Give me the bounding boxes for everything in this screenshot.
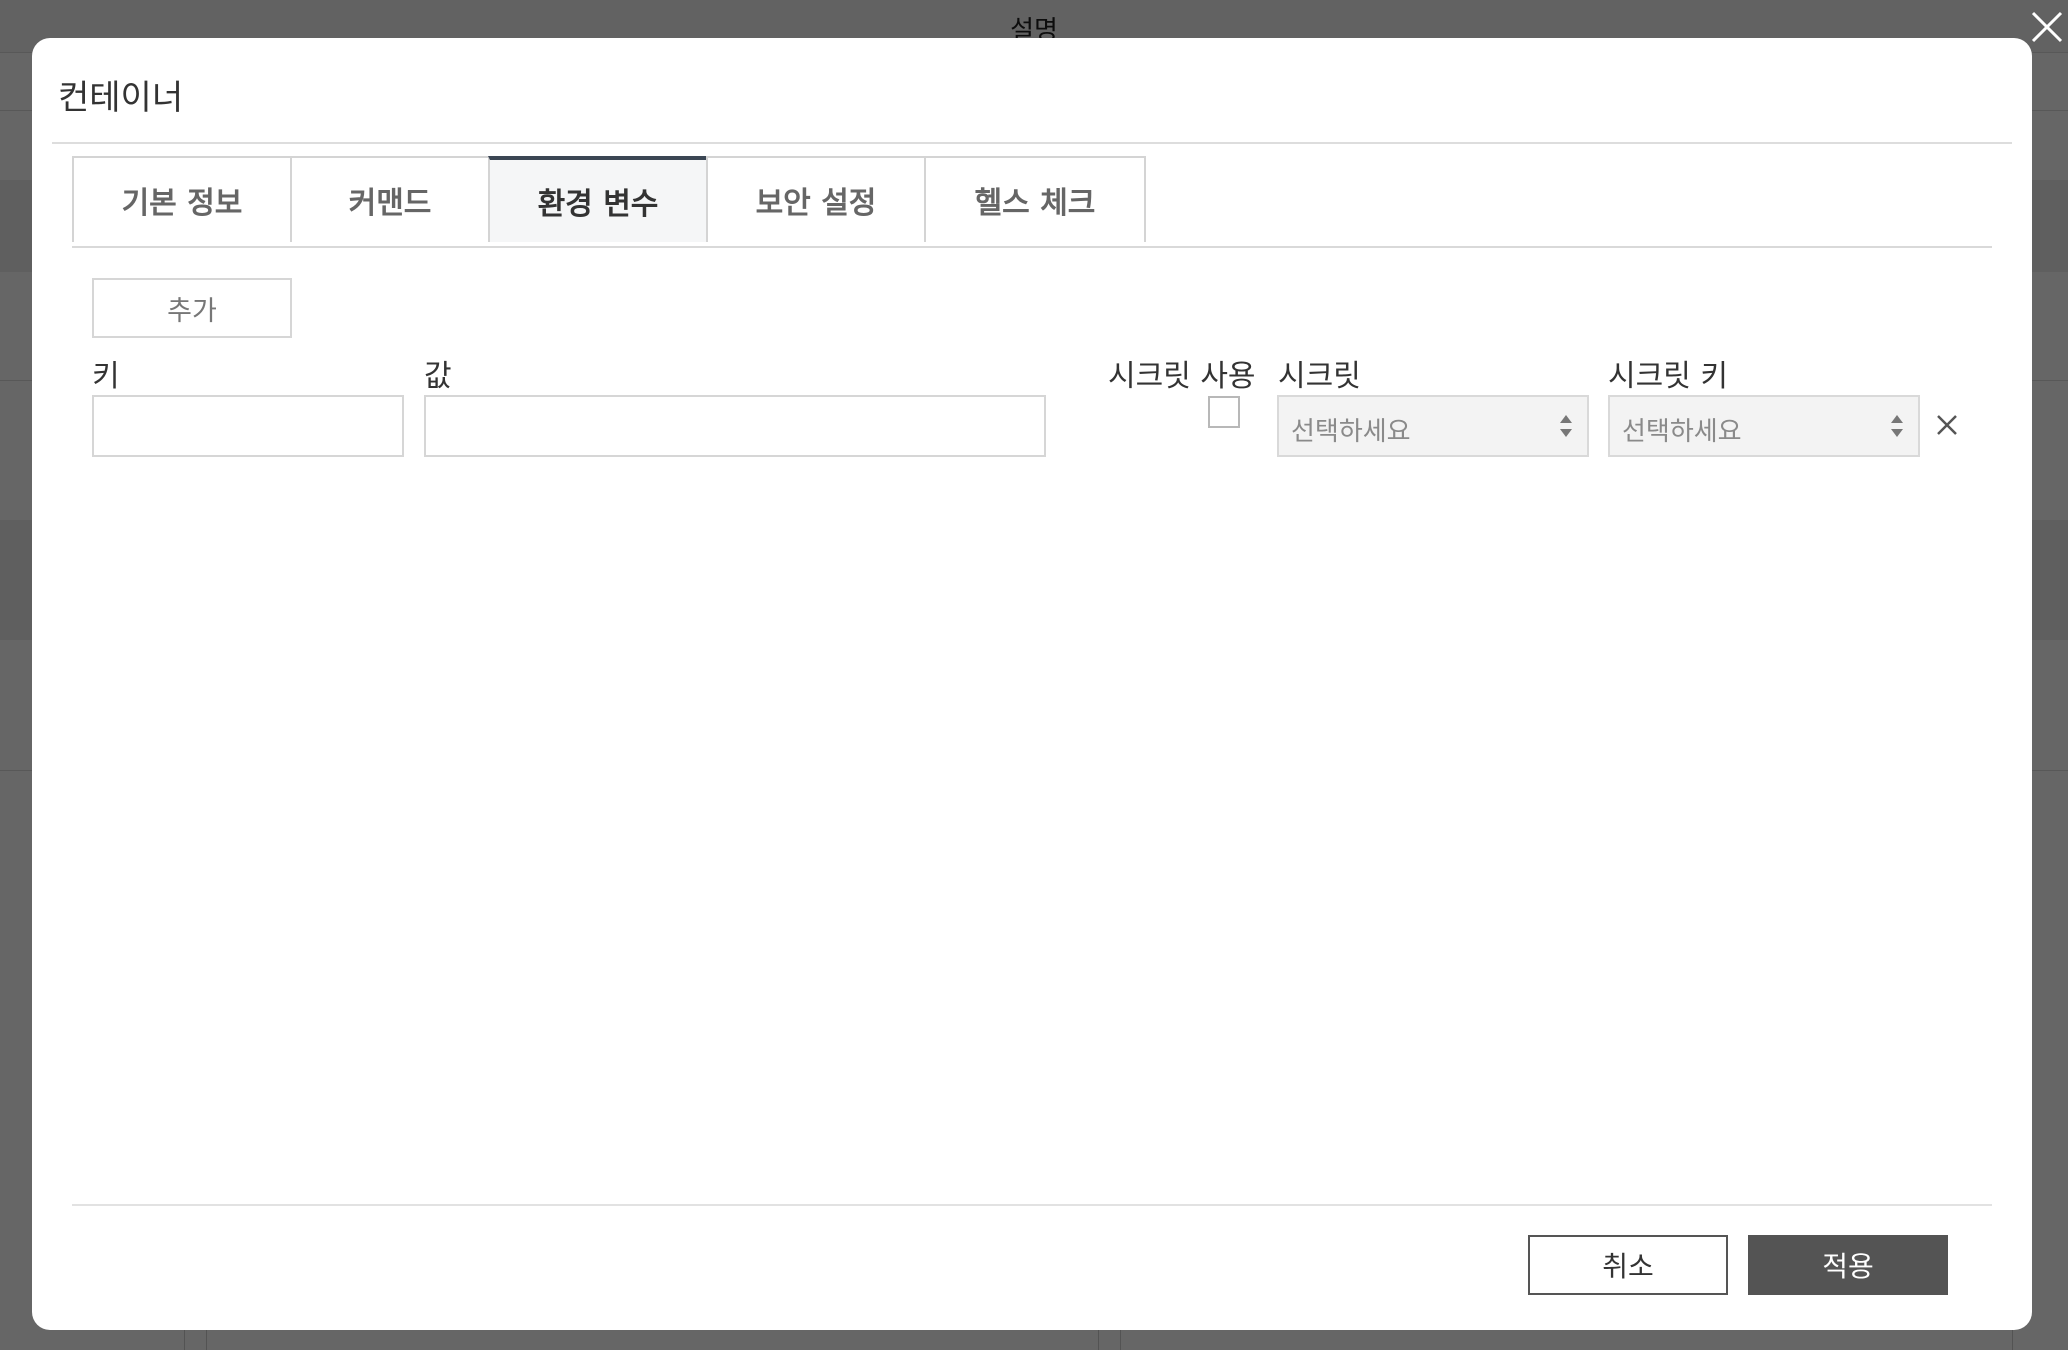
close-icon[interactable] bbox=[2030, 10, 2064, 44]
secret-key-label: 시크릿 키 bbox=[1608, 359, 1728, 394]
cancel-button[interactable]: 취소 bbox=[1528, 1235, 1728, 1295]
tab-bar: 기본 정보 커맨드 환경 변수 보안 설정 헬스 체크 bbox=[72, 156, 1992, 248]
tab-security-settings[interactable]: 보안 설정 bbox=[706, 156, 926, 242]
tab-health-check[interactable]: 헬스 체크 bbox=[924, 156, 1146, 242]
tab-label: 기본 정보 bbox=[121, 186, 243, 221]
secret-select-value: 선택하세요 bbox=[1291, 417, 1411, 447]
sort-arrows-icon bbox=[1559, 407, 1573, 445]
tab-label: 커맨드 bbox=[348, 186, 432, 221]
key-input[interactable] bbox=[92, 395, 404, 457]
tab-label: 보안 설정 bbox=[755, 186, 877, 221]
add-button[interactable]: 추가 bbox=[92, 278, 292, 338]
tab-environment-variables[interactable]: 환경 변수 bbox=[488, 156, 708, 242]
tab-command[interactable]: 커맨드 bbox=[290, 156, 490, 242]
key-label: 키 bbox=[92, 359, 120, 394]
apply-button[interactable]: 적용 bbox=[1748, 1235, 1948, 1295]
secret-key-select[interactable]: 선택하세요 bbox=[1608, 395, 1920, 457]
use-secret-checkbox[interactable] bbox=[1208, 396, 1240, 428]
remove-row-icon[interactable] bbox=[1932, 410, 1962, 440]
sort-arrows-icon bbox=[1890, 407, 1904, 445]
tab-label: 헬스 체크 bbox=[974, 186, 1096, 221]
tab-label: 환경 변수 bbox=[537, 187, 659, 222]
value-input[interactable] bbox=[424, 395, 1046, 457]
secret-select[interactable]: 선택하세요 bbox=[1277, 395, 1589, 457]
value-label: 값 bbox=[424, 359, 452, 394]
tab-basic-info[interactable]: 기본 정보 bbox=[72, 156, 292, 242]
container-modal: 컨테이너 기본 정보 커맨드 환경 변수 보안 설정 헬스 체크 추가 키 값 … bbox=[32, 38, 2032, 1330]
footer-divider bbox=[72, 1204, 1992, 1206]
use-secret-label: 시크릿 사용 bbox=[1108, 359, 1256, 394]
secret-label: 시크릿 bbox=[1278, 359, 1361, 394]
secret-key-select-value: 선택하세요 bbox=[1622, 417, 1742, 447]
title-divider bbox=[52, 142, 2012, 144]
modal-title: 컨테이너 bbox=[58, 78, 184, 118]
